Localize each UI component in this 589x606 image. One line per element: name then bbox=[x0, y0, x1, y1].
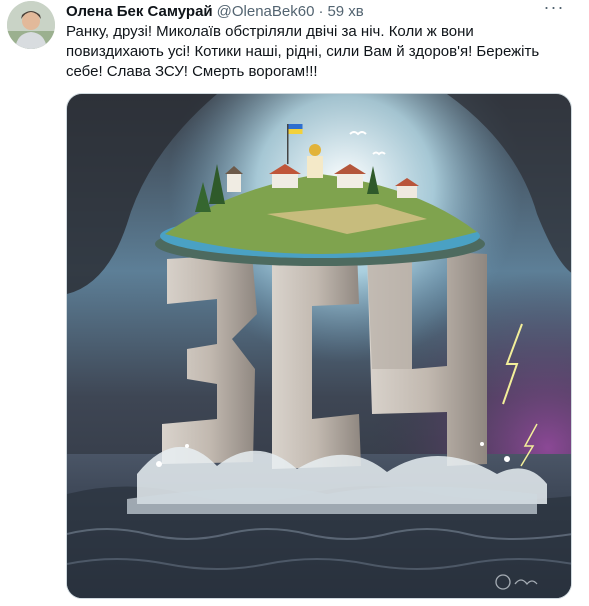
timestamp[interactable]: 59 хв bbox=[327, 3, 363, 20]
author-handle[interactable]: @OlenaBek60 bbox=[217, 3, 315, 20]
tweet[interactable]: Олена Бек Самурай @OlenaBek60 · 59 хв ··… bbox=[0, 0, 589, 606]
separator-dot: · bbox=[318, 2, 324, 20]
more-horizontal-icon[interactable]: ··· bbox=[541, 0, 567, 20]
avatar[interactable] bbox=[7, 1, 55, 49]
author-name[interactable]: Олена Бек Самурай bbox=[66, 3, 213, 20]
tweet-text: Ранку, друзі! Миколаїв обстріляли двічі … bbox=[66, 23, 540, 80]
tweet-header: Олена Бек Самурай @OlenaBek60 · 59 хв bbox=[66, 1, 559, 21]
tweet-media-image[interactable] bbox=[66, 93, 572, 599]
